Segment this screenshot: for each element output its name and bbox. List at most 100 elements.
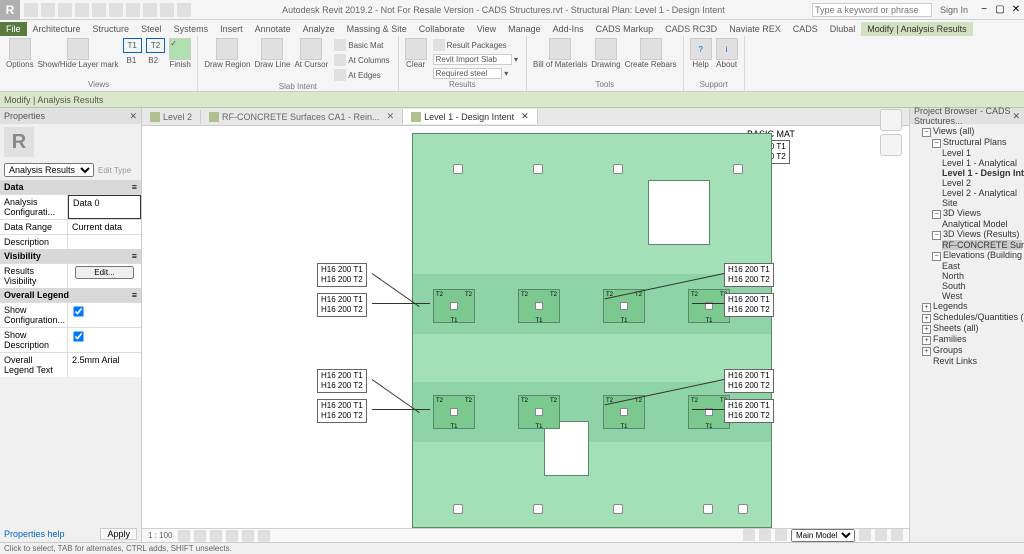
tree-item[interactable]: West xyxy=(942,291,1022,301)
tab-modify-analysis[interactable]: Modify | Analysis Results xyxy=(861,22,972,36)
tree-item-active[interactable]: Level 1 - Design Intent xyxy=(942,168,1022,178)
browser-tree[interactable]: −Views (all) −Structural Plans Level 1 L… xyxy=(910,124,1024,542)
tree-item[interactable]: Families xyxy=(933,334,967,344)
properties-help-link[interactable]: Properties help xyxy=(4,529,65,539)
tree-item[interactable]: Level 2 xyxy=(942,178,1022,188)
about-button[interactable]: iAbout xyxy=(716,38,738,69)
shadows-icon[interactable] xyxy=(226,530,238,542)
basic-mat-button[interactable]: Basic Mat xyxy=(332,38,391,52)
tree-item[interactable]: East xyxy=(942,261,1022,271)
tab-addins[interactable]: Add-Ins xyxy=(547,22,590,36)
tab-naviate[interactable]: Naviate REX xyxy=(723,22,787,36)
constraints-icon[interactable] xyxy=(891,529,903,541)
tree-item[interactable]: Sheets (all) xyxy=(933,323,979,333)
quick-access-toolbar[interactable] xyxy=(20,3,195,17)
tab-steel[interactable]: Steel xyxy=(135,22,168,36)
at-columns-button[interactable]: At Columns xyxy=(332,53,391,67)
apply-button[interactable]: Apply xyxy=(100,528,137,540)
minimize-icon[interactable]: − xyxy=(976,2,992,18)
column-element[interactable]: T2T2T1 xyxy=(433,395,475,429)
tab-manage[interactable]: Manage xyxy=(502,22,547,36)
tab-structure[interactable]: Structure xyxy=(87,22,136,36)
show-description-checkbox[interactable] xyxy=(73,331,83,341)
close-icon[interactable]: ✕ xyxy=(1008,2,1024,18)
tab-dlubal[interactable]: Dlubal xyxy=(824,22,862,36)
tree-item[interactable]: Level 1 - Analytical xyxy=(942,158,1022,168)
column-element[interactable]: T2T2T1 xyxy=(518,289,560,323)
t1-toggle[interactable]: T1 xyxy=(123,38,142,53)
t2-toggle[interactable]: T2 xyxy=(146,38,165,53)
tree-item[interactable]: Level 2 - Analytical xyxy=(942,188,1022,198)
tab-cads-rc3d[interactable]: CADS RC3D xyxy=(659,22,723,36)
hide-icon[interactable] xyxy=(258,530,270,542)
showhide-button[interactable]: Show/Hide Layer mark xyxy=(38,38,119,69)
tab-file[interactable]: File xyxy=(0,22,27,36)
expand-icon[interactable]: ≡ xyxy=(132,251,137,261)
tree-item[interactable]: Groups xyxy=(933,345,963,355)
model-selector[interactable]: Main Model xyxy=(791,529,855,542)
tab-cads[interactable]: CADS xyxy=(787,22,824,36)
tab-annotate[interactable]: Annotate xyxy=(249,22,297,36)
drawing-button[interactable]: Drawing xyxy=(591,38,620,69)
view-tab[interactable]: Level 2 xyxy=(142,110,201,124)
slab-element[interactable]: T2T2T1 T2T2T1 T2T2T1 T2T2T1 T2T2T1 T2T2T… xyxy=(412,133,772,528)
bom-button[interactable]: Bill of Materials xyxy=(533,38,587,69)
slab-opening[interactable] xyxy=(648,180,710,245)
worksharing-icon[interactable] xyxy=(743,529,755,541)
result-packages-dropdown[interactable]: Result Packages xyxy=(431,38,520,52)
properties-close-icon[interactable]: ✕ xyxy=(129,111,137,122)
tab-systems[interactable]: Systems xyxy=(168,22,215,36)
visual-style-icon[interactable] xyxy=(194,530,206,542)
search-input[interactable] xyxy=(812,3,932,17)
column-element[interactable]: T2T2T1 xyxy=(433,289,475,323)
browser-close-icon[interactable]: ✕ xyxy=(1012,111,1020,122)
draw-region-button[interactable]: Draw Region xyxy=(204,38,250,69)
tree-item[interactable]: Analytical Model xyxy=(942,219,1022,229)
description-value[interactable] xyxy=(68,235,141,249)
data-range-value[interactable]: Current data xyxy=(68,220,141,234)
draw-line-button[interactable]: Draw Line xyxy=(254,38,290,69)
column-element[interactable]: T2T2T1 xyxy=(518,395,560,429)
sun-path-icon[interactable] xyxy=(210,530,222,542)
analysis-config-value[interactable]: Data 0 xyxy=(68,195,141,219)
expand-icon[interactable]: ≡ xyxy=(132,182,137,192)
tab-architecture[interactable]: Architecture xyxy=(27,22,87,36)
tab-view[interactable]: View xyxy=(471,22,502,36)
type-selector[interactable]: Analysis Results (1) xyxy=(4,163,94,177)
tree-item[interactable]: South xyxy=(942,281,1022,291)
help-button[interactable]: ?Help xyxy=(690,38,712,69)
crop-icon[interactable] xyxy=(242,530,254,542)
scale-value[interactable]: 1 : 100 xyxy=(148,531,172,540)
view-tab[interactable]: Level 1 - Design Intent✕ xyxy=(403,109,538,124)
finish-button[interactable]: ✓Finish xyxy=(169,38,191,69)
tree-item[interactable]: North xyxy=(942,271,1022,281)
expand-icon[interactable]: ≡ xyxy=(132,290,137,300)
tree-item[interactable]: RF-CONCRETE Surfaces CA1 xyxy=(942,240,1022,250)
edit-type-button[interactable]: Edit Type xyxy=(98,166,137,175)
results-visibility-edit-button[interactable]: Edit... xyxy=(75,266,134,279)
b2-toggle[interactable]: B2 xyxy=(144,54,162,67)
navigation-bar[interactable] xyxy=(880,109,906,169)
nav-home-icon[interactable] xyxy=(880,109,902,131)
revit-import-dropdown[interactable]: Revit Import Slab▾ xyxy=(431,53,520,66)
tab-collaborate[interactable]: Collaborate xyxy=(413,22,471,36)
filter-icon[interactable] xyxy=(859,529,871,541)
tab-analyze[interactable]: Analyze xyxy=(297,22,341,36)
view-tab[interactable]: RF-CONCRETE Surfaces CA1 - Rein...✕ xyxy=(201,109,403,124)
create-rebars-button[interactable]: Create Rebars xyxy=(625,38,677,69)
legend-text-value[interactable]: 2.5mm Arial xyxy=(68,353,141,377)
tree-item[interactable]: Site xyxy=(942,198,1022,208)
tree-item[interactable]: Revit Links xyxy=(933,356,977,366)
tab-close-icon[interactable]: ✕ xyxy=(387,111,395,122)
sign-in-link[interactable]: Sign In xyxy=(932,5,976,15)
drawing-canvas[interactable]: BASIC MAT H16 200 T1H16 200 T2 T2T2T1 T2… xyxy=(142,126,909,542)
tree-item[interactable]: Level 1 xyxy=(942,148,1022,158)
slab-opening[interactable] xyxy=(544,421,589,476)
at-edges-button[interactable]: At Edges xyxy=(332,68,391,82)
maximize-icon[interactable]: ▢ xyxy=(992,2,1008,18)
tab-close-icon[interactable]: ✕ xyxy=(521,111,529,122)
options-button[interactable]: Options xyxy=(6,38,34,69)
reveal-icon[interactable] xyxy=(875,529,887,541)
design-options-icon[interactable] xyxy=(759,529,771,541)
link-icon[interactable] xyxy=(775,529,787,541)
